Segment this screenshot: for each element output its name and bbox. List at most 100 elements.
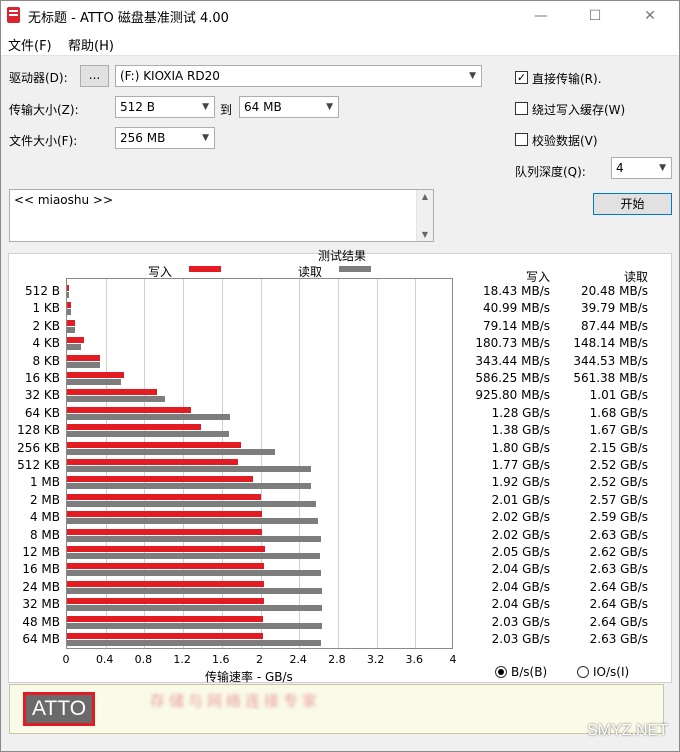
- row-label: 24 MB: [22, 579, 60, 594]
- row-label: 512 B: [25, 284, 60, 298]
- read-value: 2.63 GB/s: [589, 527, 648, 542]
- minimize-button[interactable]: —: [518, 1, 564, 31]
- transfer-to-select[interactable]: 64 MB ▼: [239, 96, 339, 118]
- x-tick-label: 2.8: [328, 653, 346, 666]
- notes-scrollbar[interactable]: ▲ ▼: [416, 190, 433, 241]
- unit-bytes-label: B/s(B): [511, 665, 548, 679]
- ad-banner[interactable]: [9, 684, 664, 734]
- read-value: 87.44 MB/s: [580, 318, 648, 333]
- read-bar: [67, 640, 322, 646]
- read-bar: [67, 292, 69, 298]
- banner-text: 存储与网络连接专家: [150, 692, 322, 710]
- row-label: 128 KB: [17, 423, 60, 438]
- unit-io-label: IO/s(I): [593, 665, 630, 679]
- drive-label: 驱动器(D):: [9, 71, 68, 85]
- write-value: 180.73 MB/s: [475, 336, 550, 351]
- read-bar: [67, 326, 76, 333]
- read-bar: [67, 431, 229, 438]
- notes-text: << miaoshu >>: [14, 193, 114, 207]
- write-bar: [67, 615, 264, 622]
- transfer-from-select[interactable]: 512 B ▼: [115, 96, 215, 118]
- write-value: 2.04 GB/s: [491, 597, 550, 612]
- verify-checkbox[interactable]: [515, 133, 528, 146]
- legend-write-swatch: [189, 266, 221, 272]
- chevron-down-icon: ▼: [202, 133, 209, 143]
- grid-line: [376, 279, 378, 648]
- x-tick-label: 3.2: [366, 653, 385, 666]
- menu-file[interactable]: 文件(F): [8, 35, 52, 54]
- row-label: 512 KB: [17, 458, 60, 472]
- read-value: 1.67 GB/s: [589, 423, 648, 438]
- write-bar: [67, 528, 263, 535]
- direct-io-checkbox[interactable]: ✓: [515, 71, 528, 84]
- read-bar: [67, 622, 323, 629]
- read-bar: [67, 587, 323, 594]
- read-bar: [67, 518, 318, 525]
- maximize-button[interactable]: ☐: [572, 1, 618, 31]
- read-bar: [67, 309, 71, 316]
- write-bar: [67, 563, 265, 570]
- transfer-to-value: 64 MB: [244, 100, 282, 114]
- file-size-label: 文件大小(F):: [9, 134, 78, 148]
- write-bar: [67, 493, 262, 500]
- watermark: SMYZ.NET: [587, 722, 668, 739]
- read-bar: [67, 361, 101, 368]
- legend-read-swatch: [339, 266, 371, 272]
- x-tick-label: 2: [256, 653, 263, 666]
- x-tick-label: 3.6: [405, 653, 424, 666]
- write-value: 2.04 GB/s: [491, 562, 550, 577]
- unit-bytes-radio[interactable]: [495, 666, 507, 678]
- atto-logo: ATTO: [23, 692, 95, 726]
- notes-textarea[interactable]: << miaoshu >> ▲ ▼: [9, 189, 434, 242]
- write-bar: [67, 319, 75, 326]
- write-bar: [67, 354, 101, 361]
- write-value: 1.28 GB/s: [491, 405, 550, 420]
- file-size-select[interactable]: 256 MB ▼: [115, 127, 215, 149]
- x-tick-label: 1.6: [212, 653, 230, 666]
- write-value: 2.03 GB/s: [491, 632, 550, 646]
- read-bar: [67, 379, 122, 385]
- write-bar: [67, 598, 265, 605]
- x-tick-label: 1.2: [173, 653, 191, 666]
- write-bar: [67, 424, 201, 431]
- start-button[interactable]: 开始: [593, 193, 672, 215]
- write-value: 2.02 GB/s: [491, 510, 550, 525]
- menu-help[interactable]: 帮助(H): [68, 35, 114, 54]
- column-header-write: 写入: [526, 270, 551, 284]
- chevron-down-icon: ▼: [326, 102, 333, 112]
- write-bar: [67, 580, 265, 587]
- file-size-value: 256 MB: [120, 131, 166, 145]
- read-value: 2.64 GB/s: [589, 579, 648, 594]
- write-value: 925.80 MB/s: [475, 388, 550, 403]
- read-value: 2.52 GB/s: [589, 475, 648, 490]
- row-label: 2 KB: [32, 318, 60, 333]
- write-value: 1.38 GB/s: [491, 423, 550, 438]
- read-value: 20.48 MB/s: [580, 284, 648, 298]
- write-value: 1.92 GB/s: [491, 475, 550, 490]
- scroll-down-icon[interactable]: ▼: [417, 230, 433, 239]
- unit-io-radio[interactable]: [577, 666, 589, 678]
- read-bar: [67, 483, 311, 490]
- column-header-read: 读取: [624, 270, 649, 284]
- queue-depth-label: 队列深度(Q):: [515, 165, 586, 179]
- direct-io-label: 直接传输(R).: [532, 72, 602, 86]
- scroll-up-icon[interactable]: ▲: [417, 192, 433, 201]
- write-value: 1.80 GB/s: [491, 440, 550, 455]
- drive-select[interactable]: (F:) KIOXIA RD20 ▼: [115, 65, 482, 87]
- read-value: 2.63 GB/s: [589, 562, 648, 577]
- write-bar: [67, 441, 242, 448]
- window-title: 无标题 - ATTO 磁盘基准测试 4.00: [28, 11, 229, 26]
- queue-depth-select[interactable]: 4 ▼: [611, 157, 672, 179]
- close-button[interactable]: ✕: [627, 1, 673, 31]
- x-axis-label: 传输速率 - GB/s: [205, 670, 293, 684]
- row-label: 32 MB: [22, 597, 60, 612]
- row-label: 32 KB: [24, 388, 60, 403]
- bypass-cache-checkbox[interactable]: [515, 102, 528, 115]
- read-bar: [67, 344, 82, 351]
- row-label: 48 MB: [22, 614, 60, 629]
- x-tick-label: 2.4: [289, 653, 307, 666]
- browse-button[interactable]: ...: [80, 65, 109, 87]
- write-bar: [67, 459, 239, 465]
- x-tick-label: 0.4: [95, 653, 114, 666]
- read-bar: [67, 413, 230, 420]
